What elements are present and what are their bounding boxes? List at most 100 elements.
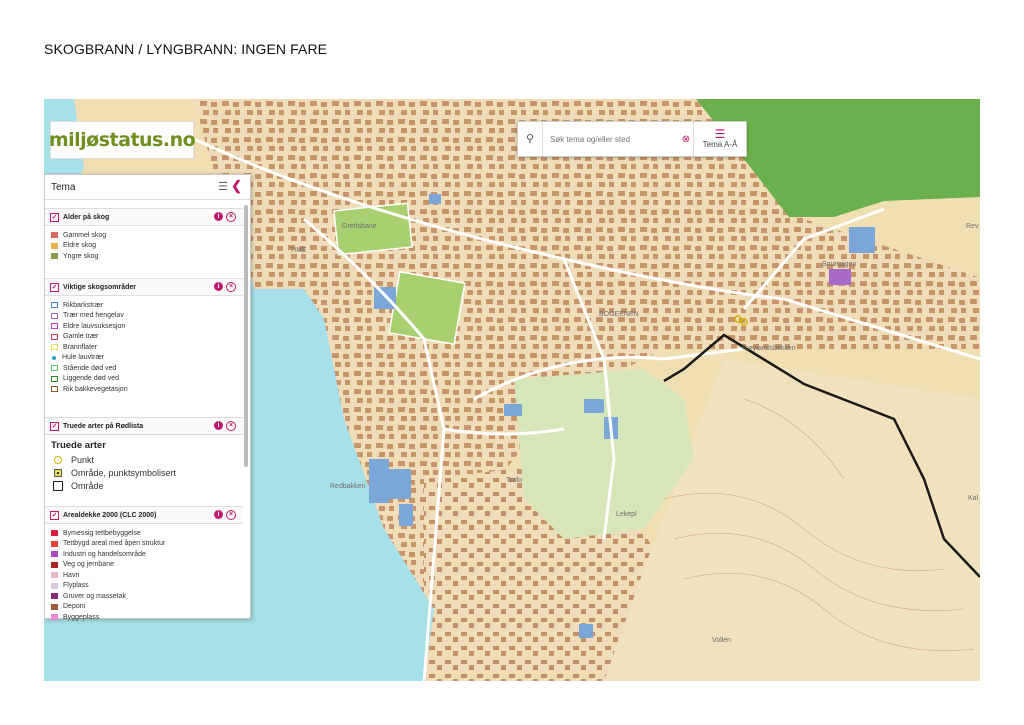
legend-item: Punkt: [45, 453, 243, 466]
legend-label: Yngre skog: [63, 252, 99, 260]
legend-item: Rik bakkevegetasjon: [51, 384, 243, 395]
legend-swatch: [51, 312, 58, 319]
miljostatus-logo[interactable]: miljøstatus.no: [49, 121, 196, 159]
legend-label: Havn: [63, 571, 80, 579]
legend-label: Veg og jernbane: [63, 561, 114, 569]
legend-label: Stående død ved: [63, 364, 117, 372]
legend-swatch: [51, 572, 58, 579]
legend-label: Gamle trær: [63, 333, 99, 341]
public-building: [584, 399, 604, 413]
legend-label: Bymessig tettbebyggelse: [63, 529, 141, 537]
legend-swatch: [51, 582, 58, 589]
legend-swatch: [51, 302, 58, 309]
legend-label: Industri og handelsområde: [63, 550, 146, 558]
legend-item: Veg og jernbane: [51, 560, 243, 571]
menu-icon: ☰: [714, 127, 726, 141]
redlist-subtitle: Truede arter: [51, 440, 106, 451]
info-icon[interactable]: i: [214, 421, 223, 430]
clear-search-icon[interactable]: ⊗: [679, 134, 693, 145]
section-header: ✓ Truede arter på Rødlista i ×: [45, 417, 243, 435]
legend-item: Flyplass: [51, 581, 243, 592]
legend-item: Eldre lauvsuksesjon: [51, 321, 243, 332]
legend-item: Eldre skog: [51, 241, 243, 252]
map-label-trafo: Trafo: [506, 477, 523, 484]
legend-item: Trær med hengelav: [51, 311, 243, 322]
sports-field: [388, 270, 466, 346]
section-checkbox[interactable]: ✓: [50, 212, 59, 222]
legend-item: Liggende død ved: [51, 374, 243, 385]
theme-panel-title: Tema: [51, 181, 76, 193]
legend-item: Hule lauvtrær: [51, 353, 243, 364]
legend-label: Liggende død ved: [63, 375, 120, 383]
collapse-panel-icon[interactable]: ❮: [231, 178, 242, 194]
legend-swatch: [51, 333, 58, 340]
remove-layer-icon[interactable]: ×: [226, 510, 236, 520]
info-icon[interactable]: i: [214, 212, 223, 221]
legend-label: Rik bakkevegetasjon: [63, 385, 128, 393]
search-icon[interactable]: ⚲: [518, 122, 543, 156]
legend-swatch: [51, 375, 58, 382]
legend-swatch: [51, 614, 58, 621]
theme-panel-header: Tema ☰ ❮: [45, 175, 250, 200]
legend-item: Deponi: [51, 602, 243, 613]
legend-label: Rikbarkstrær: [63, 301, 104, 309]
legend-item: Område, punktsymbolisert: [45, 466, 243, 479]
section-title: Arealdekke 2000 (CLC 2000): [63, 511, 157, 519]
info-icon[interactable]: i: [214, 282, 223, 291]
legend-swatch: [51, 593, 58, 600]
remove-layer-icon[interactable]: ×: [226, 212, 236, 222]
search-input[interactable]: [543, 123, 679, 155]
legend-label: Gruver og massetak: [63, 592, 127, 600]
legend-item: Rikbarkstrær: [51, 300, 243, 311]
tema-a-a-label: Tema A-Å: [702, 140, 738, 149]
legend-label: Eldre lauvsuksesjon: [63, 322, 126, 330]
map-label-redbakken: Redbakken: [330, 483, 366, 490]
legend-swatch: [51, 603, 58, 610]
map-label-grettsbane: Grettsbane: [342, 223, 377, 230]
legend-item: Byggeplass: [51, 612, 243, 623]
legend-swatch: [51, 561, 58, 568]
info-icon[interactable]: i: [214, 510, 223, 519]
section-truede-arter: ✓ Truede arter på Rødlista i × Truede ar…: [45, 417, 243, 492]
legend-label: Område: [71, 480, 104, 491]
public-building: [579, 624, 593, 638]
legend-swatch: [51, 386, 58, 393]
theme-panel: Tema ☰ ❮ ✓ Alder på skog i × Gammel skog…: [44, 174, 251, 621]
purple-building: [829, 269, 851, 285]
panel-scrollbar[interactable]: [244, 205, 248, 467]
public-building: [849, 227, 875, 253]
section-checkbox[interactable]: ✓: [50, 282, 59, 292]
public-building: [399, 504, 413, 526]
legend-label: Deponi: [63, 603, 86, 611]
section-viktige-skogsomrader: ✓ Viktige skogsområder i × Rikbarkstrær T…: [45, 278, 243, 395]
map-label-lekeplass: Lekepl: [616, 511, 637, 518]
map-view[interactable]: TIME Frøylandsbekken BOGEENEN Trafo Leke…: [44, 99, 980, 681]
legend-label: Eldre skog: [63, 242, 97, 250]
layers-icon[interactable]: ☰: [218, 180, 228, 193]
public-building: [504, 404, 522, 416]
legend-swatch: [51, 323, 58, 330]
section-checkbox[interactable]: ✓: [50, 421, 59, 431]
legend-label: Gammel skog: [63, 231, 107, 239]
document-title: SKOGBRANN / LYNGBRANN: INGEN FARE: [44, 41, 328, 57]
legend-item: Stående død ved: [51, 363, 243, 374]
legend-item: Tettbygd areal med åpen struktur: [51, 539, 243, 550]
section-checkbox[interactable]: ✓: [50, 510, 59, 520]
legend-item: Havn: [51, 570, 243, 581]
legend-item: Gamle trær: [51, 332, 243, 343]
section-header: ✓ Alder på skog i ×: [45, 208, 243, 226]
legend-item: Område: [45, 479, 243, 492]
section-arealdekke: ✓ Arealdekke 2000 (CLC 2000) i × Bymessi…: [45, 506, 243, 623]
legend-item: Gruver og massetak: [51, 591, 243, 602]
remove-layer-icon[interactable]: ×: [226, 282, 236, 292]
legend-swatch: [52, 355, 56, 360]
legend-label: Brannflater: [63, 343, 98, 351]
public-building: [369, 459, 389, 503]
tema-a-a-button[interactable]: ☰ Tema A-Å: [693, 122, 746, 156]
remove-layer-icon[interactable]: ×: [226, 421, 236, 431]
section-title: Viktige skogsområder: [63, 283, 137, 291]
search-bar: ⚲ ⊗ ☰ Tema A-Å: [517, 121, 747, 157]
map-label-bogeenen: BOGEENEN: [599, 311, 639, 318]
dotsquare-marker-icon: [53, 468, 63, 477]
map-label-time: TIME: [290, 247, 307, 254]
